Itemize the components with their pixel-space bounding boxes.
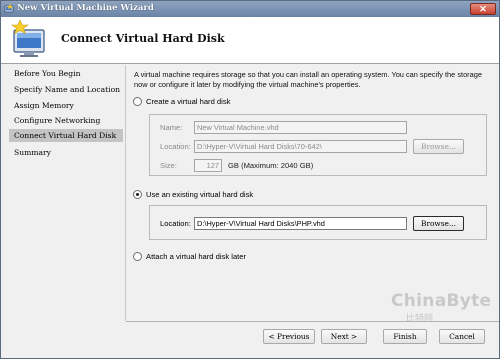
existing-vhd-option[interactable]: Use an existing virtual hard disk (133, 189, 253, 200)
cancel-button[interactable]: Cancel (439, 329, 485, 344)
close-button[interactable]: ✕ (470, 3, 496, 15)
size-field[interactable]: 127 (194, 159, 222, 172)
footer-divider (126, 321, 499, 322)
nav-item-before-you-begin[interactable]: Before You Begin (9, 67, 123, 80)
nav-divider (125, 65, 126, 321)
existing-browse-button[interactable]: Browse... (413, 216, 464, 231)
nav-item-connect-virtual-hard-disk[interactable]: Connect Virtual Hard Disk (9, 129, 123, 142)
name-label: Name: (160, 123, 183, 132)
attach-later-label: Attach a virtual hard disk later (146, 252, 247, 261)
header-banner: Connect Virtual Hard Disk (1, 17, 499, 64)
new-virtual-machine-icon (9, 19, 49, 60)
attach-later-option[interactable]: Attach a virtual hard disk later (133, 251, 246, 262)
create-vhd-option[interactable]: Create a virtual hard disk (133, 96, 230, 107)
existing-location-label: Location: (160, 219, 191, 228)
existing-vhd-group: Location: D:\Hyper-V\Virtual Hard Disks\… (149, 205, 487, 240)
intro-text: A virtual machine requires storage so th… (134, 70, 482, 89)
existing-vhd-radio[interactable] (133, 190, 142, 199)
wizard-step-list: Before You Begin Specify Name and Locati… (9, 67, 123, 349)
create-location-label: Location: (160, 142, 191, 151)
hyper-v-app-icon (4, 4, 14, 14)
create-browse-button[interactable]: Browse... (413, 139, 464, 154)
create-vhd-label: Create a virtual hard disk (146, 97, 231, 106)
create-vhd-radio[interactable] (133, 97, 142, 106)
attach-later-radio[interactable] (133, 252, 142, 261)
nav-item-assign-memory[interactable]: Assign Memory (9, 99, 123, 112)
existing-vhd-label: Use an existing virtual hard disk (146, 190, 254, 199)
title-bar[interactable]: New Virtual Machine Wizard ✕ (1, 1, 499, 17)
watermark-brand: ChinaByte (391, 291, 492, 311)
nav-item-summary[interactable]: Summary (9, 146, 123, 159)
window-title: New Virtual Machine Wizard (17, 3, 154, 13)
size-label: Size: (160, 161, 177, 170)
create-location-field[interactable]: D:\Hyper-V\Virtual Hard Disks\70-642\ (194, 140, 407, 153)
name-field[interactable]: New Virtual Machine.vhd (194, 121, 407, 134)
existing-location-field[interactable]: D:\Hyper-V\Virtual Hard Disks\PHP.vhd (194, 217, 407, 230)
size-suffix: GB (Maximum: 2040 GB) (228, 161, 314, 170)
watermark-sub: 比特网 (406, 314, 434, 324)
page-title: Connect Virtual Hard Disk (61, 32, 225, 45)
close-icon: ✕ (479, 4, 487, 14)
create-vhd-group: Name: New Virtual Machine.vhd Location: … (149, 114, 487, 176)
nav-item-configure-networking[interactable]: Configure Networking (9, 114, 123, 127)
wizard-window: New Virtual Machine Wizard ✕ Connect Vir… (0, 0, 500, 359)
previous-button[interactable]: < Previous (263, 329, 315, 344)
nav-item-specify-name-and-location[interactable]: Specify Name and Location (9, 83, 123, 96)
finish-button[interactable]: Finish (383, 329, 427, 344)
next-button[interactable]: Next > (321, 329, 367, 344)
